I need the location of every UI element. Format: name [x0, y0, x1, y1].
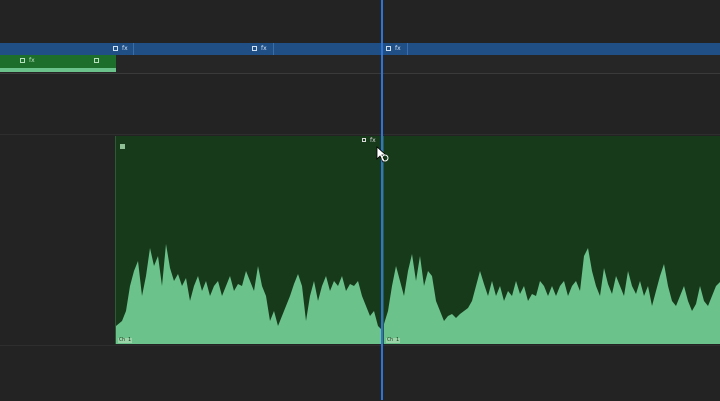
video-clip[interactable]: fx — [0, 43, 134, 55]
clip-header-icons: fx — [362, 137, 376, 144]
motion-icon — [113, 46, 118, 51]
audio-track-empty[interactable] — [0, 74, 720, 135]
motion-icon — [252, 46, 257, 51]
audio-clip[interactable]: Ch 1 — [115, 136, 383, 344]
fx-icon: fx — [261, 45, 267, 52]
fx-icon: fx — [370, 137, 376, 144]
timeline-bottom-area — [0, 345, 720, 401]
timeline-top-area — [0, 0, 720, 43]
motion-icon — [20, 58, 25, 63]
waveform — [116, 244, 383, 344]
cursor-icon — [376, 146, 389, 163]
motion-icon — [362, 138, 366, 142]
fx-icon: fx — [395, 45, 401, 52]
fx-icon: fx — [29, 57, 35, 64]
fx-icon: fx — [122, 45, 128, 52]
audio-clip[interactable]: Ch 1 — [383, 136, 720, 344]
waveform — [0, 68, 116, 72]
motion-icon — [94, 58, 99, 63]
clip-name-label: Ch 1 — [118, 337, 133, 343]
playhead[interactable] — [381, 0, 383, 400]
waveform — [384, 248, 720, 344]
video-clip[interactable]: fx — [133, 43, 274, 55]
video-clip[interactable]: fx — [273, 43, 408, 55]
motion-icon — [386, 46, 391, 51]
clip-name-label: Ch 1 — [386, 337, 401, 343]
audio-clip-small[interactable]: fx — [0, 55, 116, 72]
